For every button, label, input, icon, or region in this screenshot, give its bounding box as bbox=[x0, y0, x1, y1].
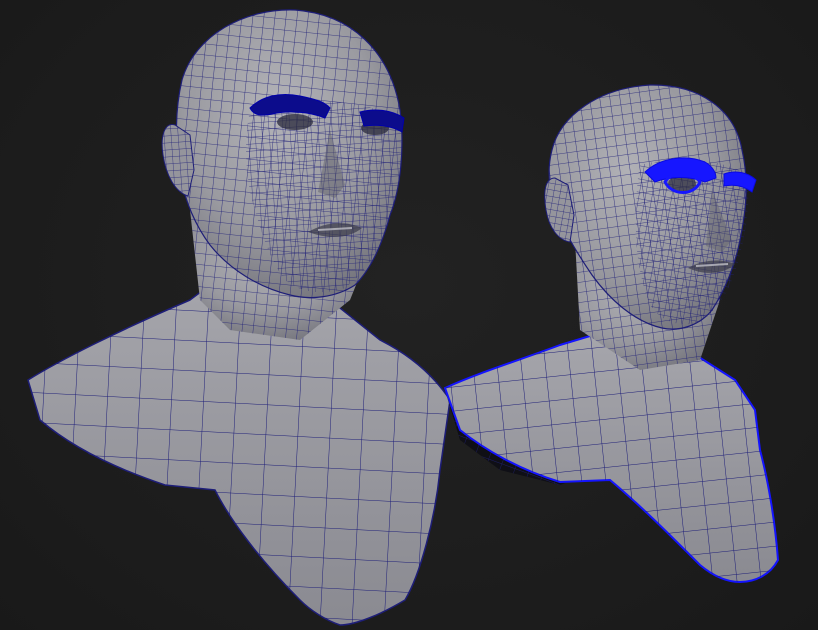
3d-viewport[interactable] bbox=[0, 0, 818, 630]
scene-canvas bbox=[27, 9, 780, 626]
bust-right[interactable] bbox=[443, 84, 780, 584]
bust-left[interactable] bbox=[27, 9, 451, 626]
